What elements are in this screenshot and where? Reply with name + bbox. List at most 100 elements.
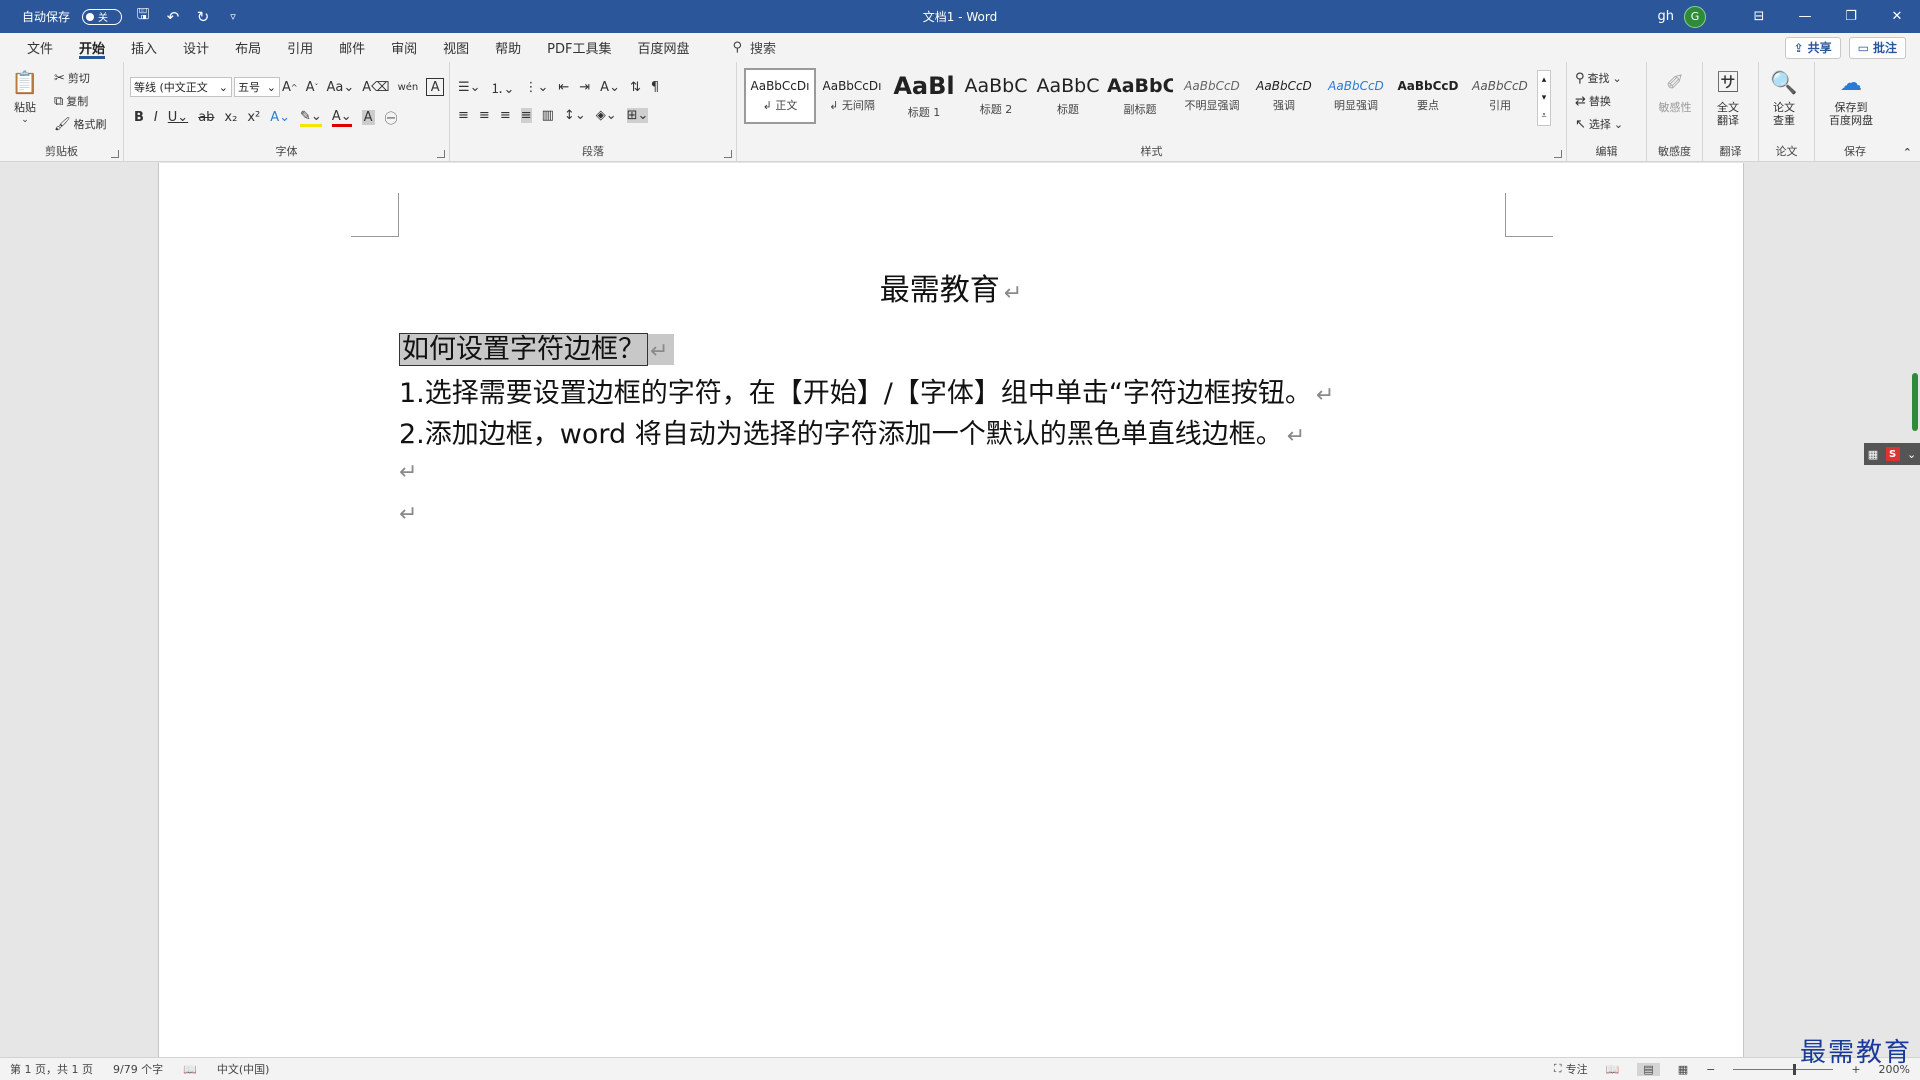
show-marks-icon[interactable]: ¶ (651, 80, 659, 95)
select-button[interactable]: ↖ 选择 ⌄ (1575, 116, 1623, 132)
underline-icon[interactable]: U⌄ (168, 110, 188, 125)
tab-references[interactable]: 引用 (274, 33, 326, 62)
character-border-icon[interactable]: A (426, 78, 445, 96)
tab-mailings[interactable]: 邮件 (326, 33, 378, 62)
superscript-icon[interactable]: x² (247, 110, 260, 125)
paper-check-button[interactable]: 🔍 论文 查重 (1769, 68, 1799, 127)
bullets-icon[interactable]: ☰⌄ (458, 80, 481, 95)
minimize-icon[interactable]: — (1782, 0, 1828, 33)
shrink-font-icon[interactable]: Aˇ (306, 80, 319, 95)
enclose-characters-icon[interactable]: ㊀ (385, 108, 398, 127)
style-intense-emphasis[interactable]: AaBbCcD 明显强调 (1320, 68, 1392, 124)
collapse-ribbon-icon[interactable]: ⌃ (1903, 146, 1912, 159)
grow-font-icon[interactable]: A ^ (282, 80, 298, 95)
tab-baidu-netdisk[interactable]: 百度网盘 (624, 33, 702, 62)
ribbon-display-options-icon[interactable]: ⊟ (1736, 0, 1782, 33)
sogou-icon[interactable]: S (1885, 447, 1900, 461)
autosave-toggle[interactable]: 关 (82, 8, 123, 25)
font-launcher-icon[interactable] (437, 150, 445, 158)
distributed-icon[interactable]: ▥ (542, 108, 554, 123)
numbering-icon[interactable]: ⒈⌄ (491, 78, 515, 97)
customize-quick-access-icon[interactable]: ▿ (224, 8, 242, 26)
proofing-icon[interactable]: 📖 (173, 1063, 207, 1076)
font-size-combobox[interactable]: 五号 ⌄ (234, 77, 280, 97)
tab-home[interactable]: 开始 (66, 33, 118, 62)
change-case-icon[interactable]: Aa⌄ (327, 80, 355, 95)
document-title-line[interactable]: 最需教育 ↵ (159, 265, 1743, 309)
style-title[interactable]: AaBbC 标题 (1032, 68, 1104, 124)
word-count[interactable]: 9/79 个字 (103, 1061, 173, 1077)
chevron-down-icon[interactable]: ▾ (1542, 93, 1547, 103)
undo-icon[interactable]: ↶ (164, 8, 182, 26)
search-box[interactable]: ⚲ 搜索 (733, 38, 777, 57)
text-effects-icon[interactable]: A⌄ (270, 110, 290, 125)
decrease-indent-icon[interactable]: ⇤ (558, 80, 569, 95)
web-layout-icon[interactable]: ▦ (1678, 1063, 1688, 1076)
style-no-spacing[interactable]: AaBbCcDı ↲ 无间隔 (816, 68, 888, 124)
chevron-up-icon[interactable]: ▴ (1542, 75, 1547, 85)
chinese-layout-icon[interactable]: A⌄ (600, 80, 620, 95)
document-page[interactable]: 最需教育 ↵ 如何设置字符边框？ ↵ 1.选择需要设置边框的字符，在【开始】/【字体… (158, 163, 1744, 1057)
clipboard-launcher-icon[interactable] (111, 150, 119, 158)
keyboard-icon[interactable]: ▦ (1868, 448, 1878, 461)
paragraph-launcher-icon[interactable] (724, 150, 732, 158)
tab-insert[interactable]: 插入 (118, 33, 170, 62)
align-center-icon[interactable]: ≡ (479, 108, 490, 123)
justify-icon[interactable]: ≡ (520, 108, 532, 123)
styles-gallery-scroll[interactable]: ▴ ▾ ⩡ (1537, 70, 1551, 126)
sensitivity-button[interactable]: ✐ 敏感性 (1657, 68, 1693, 114)
increase-indent-icon[interactable]: ⇥ (579, 80, 590, 95)
chevron-down-icon[interactable]: ⌄ (1907, 448, 1916, 461)
sort-icon[interactable]: ⇅ (630, 80, 641, 95)
ime-toolbar[interactable]: ▦ S ⌄ (1864, 443, 1920, 465)
page-count[interactable]: 第 1 页，共 1 页 (0, 1061, 103, 1077)
paste-button[interactable]: 📋 粘贴 ⌄ (10, 68, 40, 127)
zoom-slider-thumb[interactable] (1793, 1063, 1797, 1075)
bold-icon[interactable]: B (134, 110, 144, 125)
comments-button[interactable]: ▭ 批注 (1848, 36, 1906, 59)
language-status[interactable]: 中文(中国) (207, 1061, 280, 1077)
style-heading-1[interactable]: AaBl 标题 1 (888, 68, 960, 124)
find-button[interactable]: ⚲ 查找 ⌄ (1575, 70, 1622, 86)
highlight-icon[interactable]: ✎⌄ (300, 109, 322, 127)
save-icon[interactable]: 🖫 (134, 5, 152, 26)
style-strong[interactable]: AaBbCcD 要点 (1392, 68, 1464, 124)
font-color-icon[interactable]: A⌄ (331, 109, 352, 127)
style-quote[interactable]: AaBbCcD 引用 (1464, 68, 1536, 124)
save-to-baidu-button[interactable]: ☁ 保存到 百度网盘 (1829, 68, 1873, 127)
format-painter-button[interactable]: 🖌 格式刷 (54, 116, 107, 132)
align-right-icon[interactable]: ≡ (500, 108, 511, 123)
vertical-scrollbar-thumb[interactable] (1912, 373, 1918, 431)
tab-help[interactable]: 帮助 (482, 33, 534, 62)
strikethrough-icon[interactable]: ab (198, 110, 214, 125)
style-heading-2[interactable]: AaBbC 标题 2 (960, 68, 1032, 124)
subscript-icon[interactable]: x₂ (224, 110, 237, 125)
share-button[interactable]: ⇪ 共享 (1784, 36, 1841, 59)
phonetic-guide-icon[interactable]: wén (398, 82, 419, 93)
borders-icon[interactable]: ⊞⌄ (626, 108, 649, 123)
font-name-combobox[interactable]: 等线 (中文正文 ⌄ (130, 77, 232, 97)
multilevel-list-icon[interactable]: ⋮⌄ (524, 80, 548, 95)
tab-file[interactable]: 文件 (14, 33, 66, 62)
style-subtle-emphasis[interactable]: AaBbCcD 不明显强调 (1176, 68, 1248, 124)
empty-paragraph[interactable]: ↵ (399, 455, 417, 486)
shading-icon[interactable]: ◈⌄ (596, 108, 617, 123)
replace-button[interactable]: ⇄ 替换 (1575, 93, 1611, 109)
heading-line[interactable]: 如何设置字符边框？ ↵ (399, 327, 675, 366)
close-icon[interactable]: ✕ (1874, 0, 1920, 33)
redo-icon[interactable]: ↻ (194, 8, 212, 26)
style-emphasis[interactable]: AaBbCcD 强调 (1248, 68, 1320, 124)
read-mode-icon[interactable]: 📖 (1606, 1063, 1620, 1076)
user-account[interactable]: gh G (1658, 5, 1706, 28)
paragraph-1[interactable]: 1.选择需要设置边框的字符，在【开始】/【字体】组中单击“字符边框按钮。 ↵ (399, 371, 1334, 410)
character-shading-icon[interactable]: A (361, 110, 375, 125)
restore-icon[interactable]: ❐ (1828, 0, 1874, 33)
tab-pdf-tools[interactable]: PDF工具集 (534, 33, 624, 62)
paragraph-2[interactable]: 2.添加边框，word 将自动为选择的字符添加一个默认的黑色单直线边框。 ↵ (399, 412, 1305, 451)
cut-button[interactable]: ✂ 剪切 (54, 70, 90, 86)
align-left-icon[interactable]: ≡ (458, 108, 469, 123)
print-layout-icon[interactable]: ▤ (1637, 1062, 1660, 1076)
tab-layout[interactable]: 布局 (222, 33, 274, 62)
focus-button[interactable]: ⛶ 专注 (1554, 1061, 1588, 1077)
empty-paragraph[interactable]: ↵ (399, 497, 417, 528)
